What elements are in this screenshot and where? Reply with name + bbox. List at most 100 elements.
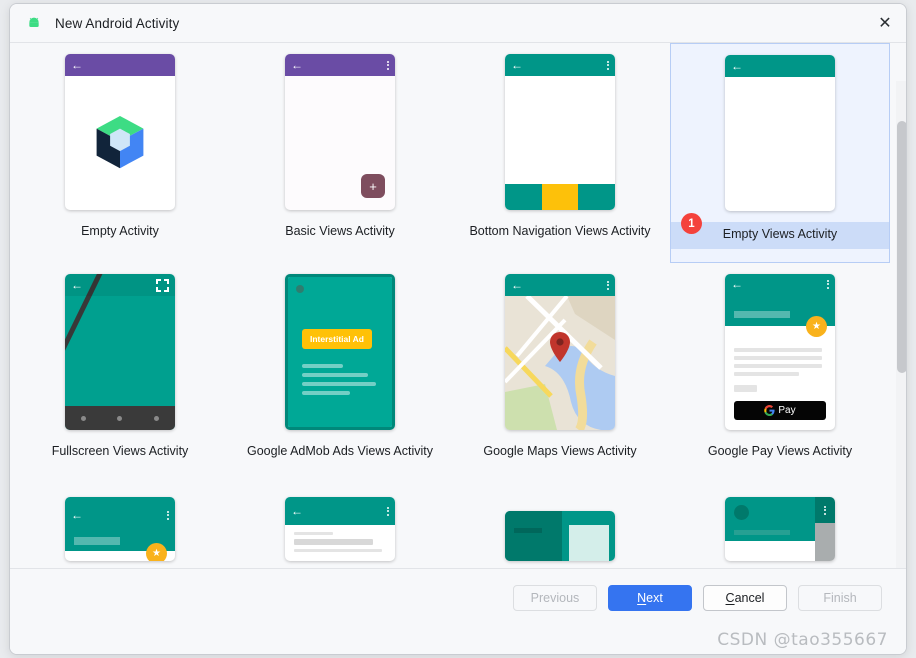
next-button[interactable]: Next [608, 585, 692, 611]
text-placeholder [734, 385, 757, 392]
template-card-empty-activity[interactable]: ← Empty Activity [10, 43, 230, 263]
back-arrow-icon: ← [731, 277, 743, 291]
google-g-icon [764, 405, 775, 416]
phone-mock [725, 497, 835, 561]
phone-mock: Interstitial Ad [285, 274, 395, 430]
template-card-partial[interactable]: ← ★ [10, 483, 230, 561]
text-placeholder [302, 373, 368, 377]
cancel-button[interactable]: Cancel [703, 585, 787, 611]
app-bar: ← [505, 54, 615, 76]
gallery-scrollbar-thumb[interactable] [897, 121, 906, 373]
dialog-title: New Android Activity [55, 15, 180, 31]
app-bar: ← [65, 497, 175, 533]
thumbnail: ← [450, 263, 670, 441]
text-placeholder [294, 539, 373, 545]
template-card-partial[interactable] [670, 483, 890, 561]
template-card-partial[interactable] [450, 483, 670, 561]
template-card-basic-views-activity[interactable]: ← + Basic Views Activity [230, 43, 450, 263]
app-bar: ← [285, 54, 395, 76]
thumbnail: ← [10, 263, 230, 441]
floating-action-button: ★ [806, 316, 827, 337]
avatar [734, 505, 749, 520]
back-arrow-icon: ← [71, 58, 83, 72]
template-card-fullscreen-views-activity[interactable]: ← Fullscreen Views Activity [10, 263, 230, 483]
back-arrow-icon: ← [511, 58, 523, 72]
phone-mock: ← [505, 54, 615, 210]
button-bar: Previous Next Cancel Finish [513, 585, 882, 611]
overflow-menu-icon [607, 60, 609, 70]
back-arrow-icon: ← [71, 508, 83, 522]
previous-button[interactable]: Previous [513, 585, 597, 611]
side-panel [815, 523, 835, 561]
status-dot-icon [296, 285, 304, 293]
fullscreen-preview: ← [65, 274, 175, 430]
template-card-bottom-navigation-views-activity[interactable]: ← Bottom Navigation Views Activity [450, 43, 670, 263]
template-row: ← Empty Activity ← + Basic Views Activit… [10, 43, 891, 263]
app-bar: ← [65, 54, 175, 76]
thumbnail: ← ★ [10, 483, 230, 561]
thumbnail: ← [10, 43, 230, 221]
template-label: Google AdMob Ads Views Activity [247, 444, 433, 458]
template-label: Empty Activity [81, 224, 159, 238]
watermark: CSDN @tao355667 [717, 630, 888, 650]
back-arrow-icon: ← [291, 504, 303, 518]
phone-mock: ← + [285, 54, 395, 210]
thumbnail: ← [671, 44, 889, 222]
template-card-google-pay-views-activity[interactable]: ← ★ Pay Google Pay Views Activity [670, 263, 890, 483]
phone-mock: ← [725, 55, 835, 211]
gallery-scrollbar-track[interactable] [896, 81, 906, 570]
text-placeholder [734, 356, 822, 360]
status-badge: 1 [681, 213, 702, 234]
template-card-google-maps-views-activity[interactable]: ← Google Maps Views Activity [450, 263, 670, 483]
phone-mock: ← [505, 274, 615, 430]
text-placeholder [734, 348, 822, 352]
phone-mock: ← ★ [725, 274, 835, 430]
thumbnail: ← ★ [670, 263, 890, 441]
thumbnail [450, 483, 670, 561]
dialog-footer: Previous Next Cancel Finish CSDN @tao355… [10, 568, 906, 654]
template-row-partial: ← ★ ← [10, 483, 891, 570]
finish-button[interactable]: Finish [798, 585, 882, 611]
floating-action-button: ★ [146, 543, 167, 561]
template-label: Basic Views Activity [285, 224, 395, 238]
google-pay-label: Pay [778, 405, 796, 416]
interstitial-ad-button: Interstitial Ad [302, 329, 372, 349]
template-label: Bottom Navigation Views Activity [469, 224, 651, 238]
google-pay-button: Pay [734, 401, 826, 420]
app-bar: ← [505, 274, 615, 296]
thumbnail [670, 483, 890, 561]
text-placeholder [734, 364, 822, 368]
system-nav-bar [65, 406, 175, 430]
app-bar: ← [65, 274, 175, 296]
header-area: ★ [725, 294, 835, 337]
text-placeholder [74, 537, 120, 545]
template-row: ← Fullscreen Views Activity Interstitial… [10, 263, 891, 483]
close-icon[interactable]: ✕ [872, 10, 898, 36]
map-graphic [505, 296, 615, 430]
overflow-menu-icon [387, 60, 389, 70]
bottom-navigation-bar [505, 184, 615, 210]
template-card-empty-views-activity[interactable]: 1 ← Empty Views Activity [670, 43, 890, 263]
text-placeholder [294, 532, 333, 535]
map-preview [505, 296, 615, 430]
text-placeholder [734, 311, 790, 318]
phone-mock: ← [65, 54, 175, 210]
content-panel [568, 525, 609, 561]
phone-mock [505, 511, 615, 561]
android-icon [29, 17, 39, 27]
template-card-partial[interactable]: ← [230, 483, 450, 561]
back-arrow-icon: ← [511, 278, 523, 292]
jetpack-compose-icon [96, 116, 144, 169]
back-arrow-icon: ← [71, 278, 83, 292]
text-placeholder [734, 372, 799, 376]
back-arrow-icon: ← [731, 59, 743, 73]
text-placeholder [302, 382, 377, 386]
template-label: Fullscreen Views Activity [51, 444, 189, 458]
new-android-activity-dialog: New Android Activity ✕ ← Empty Activity … [9, 3, 907, 655]
text-placeholder [294, 549, 382, 552]
text-placeholder [734, 530, 790, 535]
template-card-google-admob-ads-views-activity[interactable]: Interstitial Ad Google AdMob Ads Views A… [230, 263, 450, 483]
app-bar: ← [725, 274, 835, 294]
thumbnail: ← [230, 483, 450, 561]
text-placeholder [302, 391, 351, 395]
